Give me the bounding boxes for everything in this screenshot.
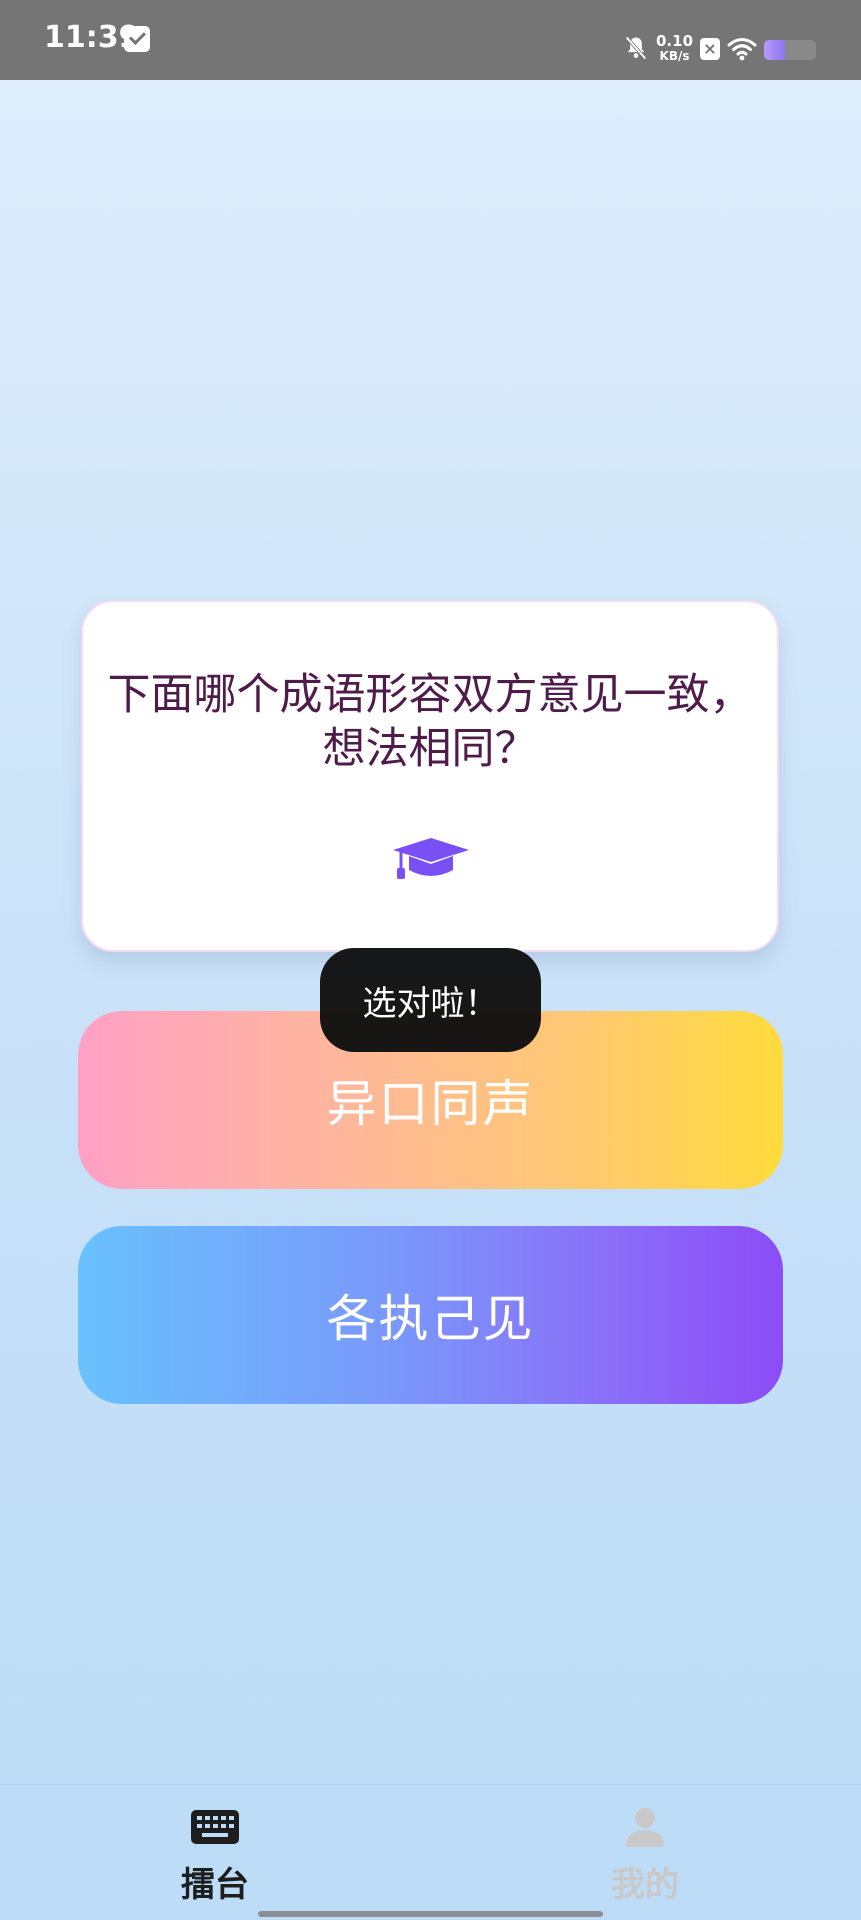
- answer-button-2[interactable]: 各执己见: [78, 1226, 783, 1404]
- network-speed: 0.10 KB/s: [656, 34, 693, 64]
- network-speed-value: 0.10: [656, 32, 694, 50]
- bell-muted-icon: [625, 36, 647, 60]
- home-indicator[interactable]: [258, 1911, 603, 1917]
- nav-item-mine[interactable]: 我的: [565, 1807, 725, 1906]
- graduation-cap-icon: [393, 838, 469, 879]
- nav-label-mine: 我的: [611, 1865, 679, 1905]
- nav-item-arena[interactable]: 擂台: [135, 1807, 295, 1906]
- battery-level: [764, 40, 785, 60]
- x-badge-icon: ×: [700, 38, 720, 60]
- wifi-icon: [727, 38, 757, 61]
- battery-icon: [764, 40, 816, 60]
- mail-notification-icon: [124, 26, 150, 52]
- bottom-nav: 擂台 我的: [0, 1784, 861, 1920]
- question-text: 下面哪个成语形容双方意见一致，想法相同？: [107, 670, 753, 774]
- status-bar: 11:39 0.10 KB/s ×: [0, 0, 861, 80]
- person-icon: [626, 1808, 664, 1847]
- nav-label-arena: 擂台: [181, 1865, 249, 1905]
- question-card: 下面哪个成语形容双方意见一致，想法相同？: [81, 600, 779, 952]
- toast-message: 选对啦！: [320, 948, 541, 1052]
- network-speed-unit: KB/s: [659, 49, 690, 63]
- keyboard-icon: [191, 1810, 239, 1844]
